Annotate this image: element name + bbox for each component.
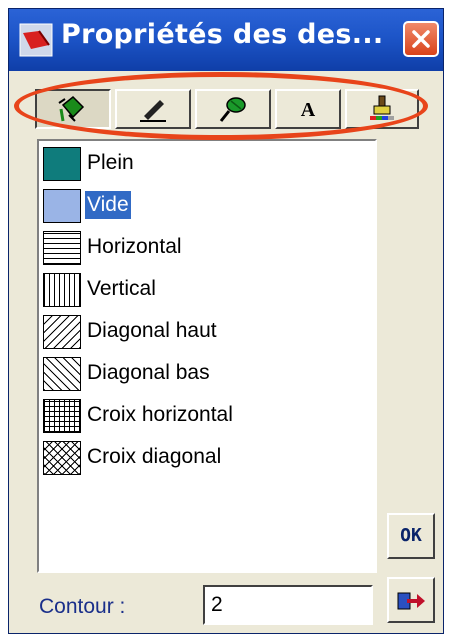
brush-icon [219,97,246,122]
list-item-plein[interactable]: Plein [43,145,363,181]
list-item-croix-diagonal[interactable]: Croix diagonal [43,439,363,475]
cross-hatch-swatch [43,399,81,433]
list-item-label: Vide [85,191,131,219]
list-item-diagonal-haut[interactable]: Diagonal haut [43,313,363,349]
window-title: Propriétés des des... [61,19,384,50]
list-item-label: Vertical [87,277,156,300]
text-tab-button[interactable]: A [275,89,341,129]
app-brush-icon [19,23,53,57]
diagonal-up-swatch [43,315,81,349]
fill-bucket-icon [58,95,85,122]
solid-fill-swatch [43,147,81,181]
title-bar[interactable]: Propriétés des des... [9,9,443,71]
color-tab-button[interactable] [345,89,419,129]
list-item-label: Croix diagonal [87,445,222,468]
exit-arrow-icon [397,592,425,610]
exit-button[interactable] [387,577,435,623]
empty-fill-swatch [43,189,81,223]
list-item-croix-horizontal[interactable]: Croix horizontal [43,397,363,433]
list-item-vertical[interactable]: Vertical [43,271,363,307]
properties-dialog: Propriétés des des... A Plein Vide Horiz… [8,8,444,634]
fill-tab-button[interactable] [35,89,111,129]
vertical-lines-swatch [43,273,81,307]
text-a-icon: A [301,99,316,121]
list-item-label: Diagonal haut [87,319,217,342]
brush-tab-button[interactable] [195,89,271,129]
list-item-label: Horizontal [87,235,182,258]
diagonal-down-swatch [43,357,81,391]
list-item-label: Diagonal bas [87,361,210,384]
fill-style-list[interactable]: Plein Vide Horizontal Vertical Diagonal … [37,139,377,573]
list-item-label: Plein [87,151,134,174]
ok-button[interactable]: OK [387,513,435,559]
list-item-label: Croix horizontal [87,403,233,426]
diagonal-cross-swatch [43,441,81,475]
horizontal-lines-swatch [43,231,81,265]
property-toolbar: A [35,89,419,129]
color-palette-brush-icon [370,95,394,120]
svg-text:A: A [301,99,316,121]
line-tab-button[interactable] [115,89,191,129]
list-item-diagonal-bas[interactable]: Diagonal bas [43,355,363,391]
contour-label: Contour : [39,595,126,618]
contour-input[interactable] [203,585,373,625]
list-item-vide[interactable]: Vide [43,187,363,223]
pen-icon [140,100,166,122]
close-button[interactable] [403,21,439,57]
close-icon [412,30,430,48]
list-item-horizontal[interactable]: Horizontal [43,229,363,265]
